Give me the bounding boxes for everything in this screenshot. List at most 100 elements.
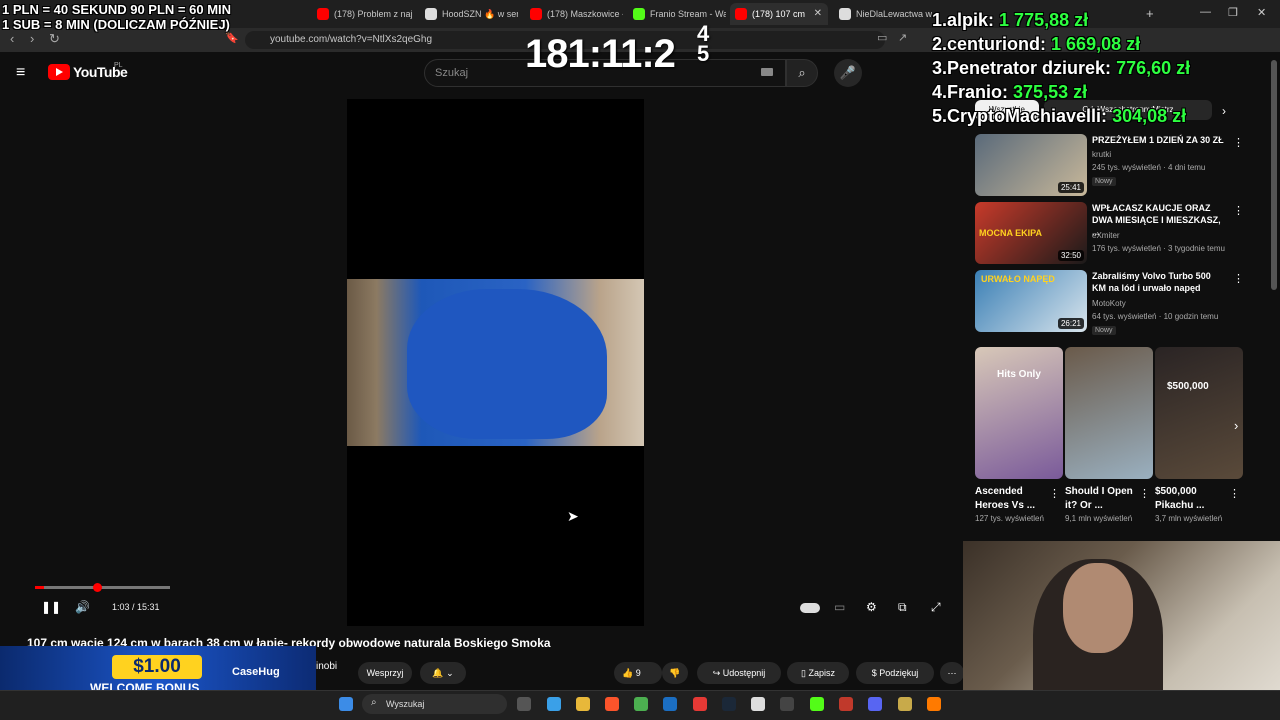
- short-item[interactable]: Hits Only Ascended Heroes Vs ... 127 tys…: [975, 347, 1063, 523]
- progress-scrubber[interactable]: [93, 583, 102, 592]
- bell-icon: 🔔 ⌄: [432, 668, 454, 678]
- app-icon[interactable]: [898, 697, 912, 711]
- store-icon[interactable]: [663, 697, 677, 711]
- channel-name[interactable]: inobi: [316, 661, 337, 672]
- calculator-icon[interactable]: [780, 697, 794, 711]
- thumbnail-text: URWAŁO NAPĘD: [981, 274, 1055, 284]
- notifications-button[interactable]: 🔔 ⌄: [420, 662, 466, 684]
- file-explorer-icon[interactable]: [576, 697, 590, 711]
- share-page-icon[interactable]: ↗: [898, 31, 907, 44]
- forward-icon[interactable]: ›: [30, 31, 34, 46]
- video-channel[interactable]: eXmiter: [1092, 231, 1120, 240]
- task-view-icon[interactable]: [517, 697, 531, 711]
- short-thumbnail[interactable]: Hits Only: [975, 347, 1063, 479]
- install-app-icon[interactable]: ▭: [877, 31, 887, 44]
- more-vert-icon[interactable]: ⋮: [1229, 487, 1240, 500]
- obs-icon[interactable]: [839, 697, 853, 711]
- thanks-button[interactable]: $ Podziękuj: [856, 662, 934, 684]
- support-button[interactable]: Wesprzyj: [358, 662, 412, 684]
- more-vert-icon[interactable]: ⋮: [1233, 272, 1244, 285]
- new-badge: Nowy: [1092, 326, 1116, 335]
- x-favicon-icon: [839, 8, 851, 20]
- reload-icon[interactable]: ↻: [49, 31, 60, 47]
- save-button[interactable]: ▯ Zapisz: [787, 662, 849, 684]
- hamburger-menu-icon[interactable]: ≡: [16, 64, 25, 82]
- autoplay-toggle[interactable]: [800, 603, 820, 613]
- browser-tab[interactable]: (178) Maszkowice -: [525, 3, 623, 25]
- dislike-button[interactable]: 👎: [662, 662, 688, 684]
- microphone-icon: 🎤: [839, 65, 857, 80]
- short-item[interactable]: Should I Open it? Or ... 9,1 mln wyświet…: [1065, 347, 1153, 523]
- keyboard-icon[interactable]: [761, 68, 773, 76]
- more-vert-icon[interactable]: ⋮: [1233, 136, 1244, 149]
- notepad-icon[interactable]: [751, 697, 765, 711]
- windows-start-icon[interactable]: [339, 697, 353, 711]
- sidebar-video[interactable]: 25:41 PRZEŻYŁEM 1 DZIEŃ ZA 30 ZŁ krutki …: [975, 134, 1265, 198]
- browser-tab[interactable]: Franio Stream - Wa: [628, 3, 726, 25]
- discord-icon[interactable]: [868, 697, 882, 711]
- save-label: Zapisz: [808, 668, 835, 678]
- subtitles-icon[interactable]: ▭: [834, 600, 845, 614]
- video-title[interactable]: PRZEŻYŁEM 1 DZIEŃ ZA 30 ZŁ: [1092, 134, 1227, 146]
- more-vert-icon[interactable]: ⋮: [1139, 487, 1150, 500]
- shorts-next-chevron-icon[interactable]: ›: [1234, 418, 1238, 433]
- more-actions-button[interactable]: ⋯: [940, 662, 964, 684]
- short-title[interactable]: $500,000 Pikachu ...: [1155, 485, 1227, 513]
- search-button[interactable]: ⌕: [786, 59, 818, 87]
- more-vert-icon[interactable]: ⋮: [1049, 487, 1060, 500]
- steam-icon[interactable]: [722, 697, 736, 711]
- short-thumbnail[interactable]: $500,000: [1155, 347, 1243, 479]
- browser-tab[interactable]: (178) Problem z naj: [312, 3, 412, 25]
- firefox-icon[interactable]: [927, 697, 941, 711]
- video-thumbnail[interactable]: 25:41: [975, 134, 1087, 196]
- short-views: 3,7 mln wyświetleń: [1155, 514, 1223, 523]
- browser-tab[interactable]: HoodSZN 🔥 w serw: [420, 3, 518, 25]
- brave-active-icon[interactable]: [693, 697, 707, 711]
- bonus-amount: $1.00: [112, 655, 202, 679]
- tab-close-icon[interactable]: ✕: [814, 3, 822, 25]
- thumbs-up-icon: 👍: [622, 668, 636, 678]
- brave-icon[interactable]: [605, 697, 619, 711]
- video-channel[interactable]: MotoKoty: [1092, 299, 1126, 308]
- leaderboard-row: 1.alpik: 1 775,88 zł: [932, 10, 1089, 30]
- settings-gear-icon[interactable]: ⚙: [866, 600, 877, 614]
- kick-favicon-icon: [633, 8, 645, 20]
- miniplayer-icon[interactable]: ⧉: [898, 600, 907, 615]
- share-button[interactable]: ↪ Udostępnij: [697, 662, 781, 684]
- back-icon[interactable]: ‹: [10, 31, 14, 46]
- video-channel[interactable]: krutki: [1092, 150, 1111, 159]
- progress-bar[interactable]: [35, 583, 170, 592]
- leaderboard-row: 5.CryptoMachiavelli: 304,08 zł: [932, 106, 1187, 126]
- pause-icon[interactable]: ❚❚: [41, 600, 61, 614]
- sidebar-video[interactable]: MOCNA EKIPA 32:50 WPŁACASZ KAUCJE ORAZ DW…: [975, 202, 1265, 266]
- video-title[interactable]: Zabraliśmy Volvo Turbo 500 KM na lód i u…: [1092, 270, 1227, 294]
- mouse-cursor-icon: ➤: [567, 508, 579, 524]
- short-title[interactable]: Ascended Heroes Vs ...: [975, 485, 1047, 513]
- short-views: 127 tys. wyświetleń: [975, 514, 1044, 523]
- short-title[interactable]: Should I Open it? Or ...: [1065, 485, 1137, 513]
- volume-icon[interactable]: 🔊: [75, 600, 90, 614]
- short-item[interactable]: $500,000 $500,000 Pikachu ... 3,7 mln wy…: [1155, 347, 1243, 523]
- thumbs-down-icon: 👎: [669, 668, 681, 678]
- donation-rules: 1 PLN = 40 SEKUND 90 PLN = 60 MIN 1 SUB =…: [2, 2, 232, 32]
- video-thumbnail[interactable]: MOCNA EKIPA 32:50: [975, 202, 1087, 264]
- thumbnail-text: Hits Only: [997, 369, 1041, 380]
- video-thumbnail[interactable]: URWAŁO NAPĘD 26:21: [975, 270, 1087, 332]
- share-icon: ↪: [712, 668, 723, 678]
- taskbar-search[interactable]: Wyszukaj: [362, 694, 507, 714]
- voice-search-button[interactable]: 🎤: [834, 59, 862, 87]
- like-button[interactable]: 👍 9: [614, 662, 662, 684]
- youtube-logo-icon[interactable]: [48, 64, 70, 80]
- chrome-icon[interactable]: [634, 697, 648, 711]
- browser-tab[interactable]: NieDlaLewactwa w: [834, 3, 932, 25]
- progress-played: [35, 586, 45, 589]
- time-display: 1:03 / 15:31: [112, 602, 160, 612]
- sidebar-video[interactable]: URWAŁO NAPĘD 26:21 Zabraliśmy Volvo Turbo…: [975, 270, 1265, 335]
- fullscreen-icon[interactable]: ⤢: [931, 600, 941, 615]
- bookmark-icon[interactable]: 🔖: [225, 31, 239, 44]
- copilot-icon[interactable]: [547, 697, 561, 711]
- browser-tab-active[interactable]: (178) 107 cm ✕: [730, 3, 828, 25]
- short-thumbnail[interactable]: [1065, 347, 1153, 479]
- kick-icon[interactable]: [810, 697, 824, 711]
- more-vert-icon[interactable]: ⋮: [1233, 204, 1244, 217]
